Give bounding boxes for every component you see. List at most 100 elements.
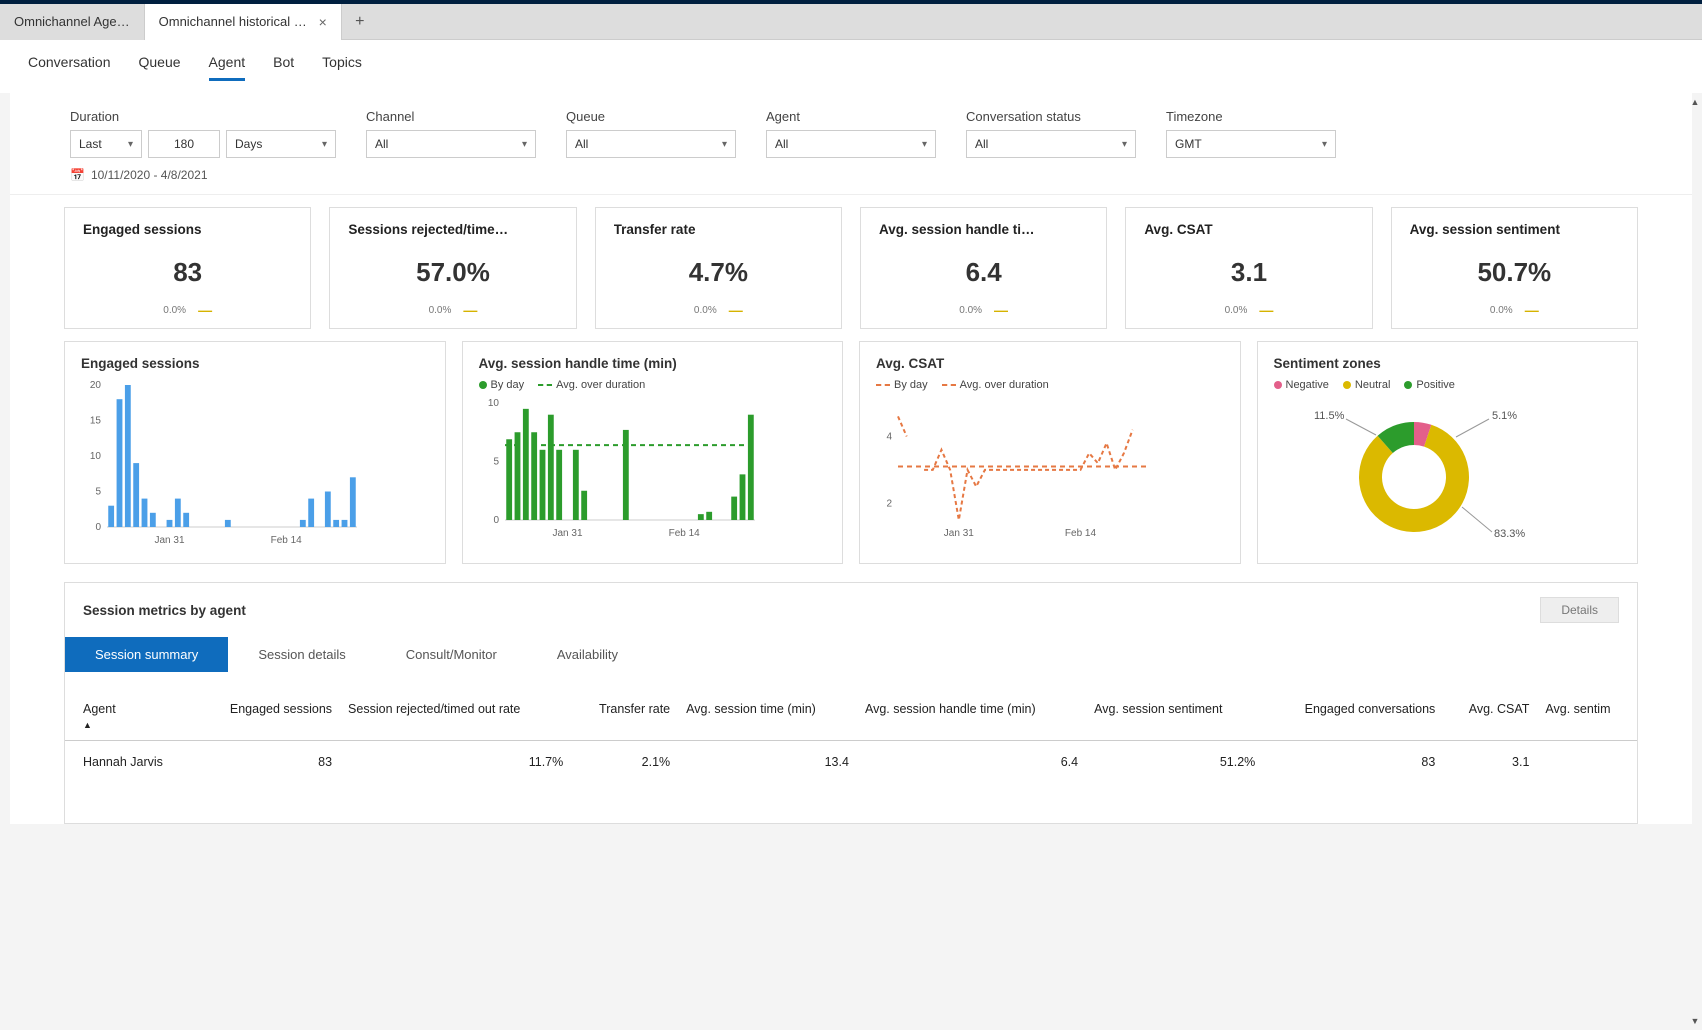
svg-text:15: 15 (90, 416, 102, 427)
delta-text: 0.0% (1490, 305, 1513, 316)
dot-icon (1343, 381, 1351, 389)
chart-handle-time: Avg. session handle time (min) By day Av… (462, 341, 844, 564)
table-title: Session metrics by agent (83, 603, 246, 618)
filter-label: Agent (766, 109, 936, 124)
details-button[interactable]: Details (1540, 597, 1619, 623)
col-rejected[interactable]: Session rejected/timed out rate (340, 692, 571, 741)
delta-text: 0.0% (694, 305, 717, 316)
tab-conversation[interactable]: Conversation (28, 54, 111, 81)
queue-select[interactable]: All▾ (566, 130, 736, 158)
col-sentiment[interactable]: Avg. session sentiment (1086, 692, 1263, 741)
table-header-row: Agent ▲ Engaged sessions Session rejected… (65, 692, 1637, 741)
filter-label: Timezone (1166, 109, 1336, 124)
tab-session-details[interactable]: Session details (228, 637, 375, 672)
cell-csat: 3.1 (1443, 741, 1537, 784)
duration-mode-select[interactable]: Last ▾ (70, 130, 142, 158)
duration-unit-select[interactable]: Days▾ (226, 130, 336, 158)
kpi-title: Avg. CSAT (1144, 222, 1353, 237)
col-agent[interactable]: Agent ▲ (65, 692, 195, 741)
kpi-avg-csat: Avg. CSAT 3.1 0.0%— (1125, 207, 1372, 329)
scroll-up-icon[interactable]: ▲ (1688, 97, 1702, 107)
svg-text:5.1%: 5.1% (1492, 410, 1517, 422)
window-tabstrip: Omnichannel Age… Omnichannel historical … (0, 4, 1702, 40)
svg-text:83.3%: 83.3% (1494, 528, 1525, 540)
svg-text:4: 4 (886, 431, 892, 442)
filter-agent: Agent All▾ (766, 109, 936, 158)
legend-text: Positive (1416, 379, 1455, 391)
table-row[interactable]: Hannah Jarvis 83 11.7% 2.1% 13.4 6.4 51.… (65, 741, 1637, 784)
filters-row: Duration Last▾ 180 Days▾ Channel All▾ Qu… (10, 93, 1692, 164)
svg-text:11.5%: 11.5% (1314, 410, 1345, 422)
tab-omnichannel-historical[interactable]: Omnichannel historical an… × (145, 4, 342, 40)
tab-availability[interactable]: Availability (527, 637, 648, 672)
kpi-sessions-rejected: Sessions rejected/time… 57.0% 0.0%— (329, 207, 576, 329)
legend-text: By day (491, 379, 525, 391)
kpi-value: 6.4 (879, 257, 1088, 288)
trend-flat-icon: — (729, 302, 743, 318)
kpi-title: Avg. session handle ti… (879, 222, 1088, 237)
filter-label: Duration (70, 109, 336, 124)
timezone-select[interactable]: GMT▾ (1166, 130, 1336, 158)
engaged-sessions-svg: 05101520Jan 31Feb 14 (81, 379, 361, 549)
legend-text: Negative (1286, 379, 1329, 391)
chart-legend: By day Avg. over duration (479, 379, 827, 391)
col-transfer[interactable]: Transfer rate (571, 692, 678, 741)
col-csat[interactable]: Avg. CSAT (1443, 692, 1537, 741)
col-avg-sentiment[interactable]: Avg. sentim (1537, 692, 1637, 741)
tab-queue[interactable]: Queue (139, 54, 181, 81)
cell-handle-time: 6.4 (857, 741, 1086, 784)
table-section: Session metrics by agent Details Session… (64, 582, 1638, 824)
new-tab-button[interactable]: + (342, 13, 378, 31)
trend-flat-icon: — (198, 302, 212, 318)
legend-text: Avg. over duration (556, 379, 645, 391)
chart-legend: Negative Neutral Positive (1274, 379, 1622, 391)
kpi-avg-sentiment: Avg. session sentiment 50.7% 0.0%— (1391, 207, 1638, 329)
tab-session-summary[interactable]: Session summary (65, 637, 228, 672)
svg-text:10: 10 (90, 451, 102, 462)
vertical-scrollbar[interactable]: ▲ ▼ (1688, 93, 1702, 1030)
cell-engaged: 83 (195, 741, 340, 784)
tab-omnichannel-agent[interactable]: Omnichannel Age… (0, 4, 145, 40)
col-handle-time[interactable]: Avg. session handle time (min) (857, 692, 1086, 741)
date-range-text: 10/11/2020 - 4/8/2021 (91, 168, 208, 182)
kpi-value: 50.7% (1410, 257, 1619, 288)
scroll-down-icon[interactable]: ▼ (1688, 1016, 1702, 1026)
agent-select[interactable]: All▾ (766, 130, 936, 158)
status-select[interactable]: All▾ (966, 130, 1136, 158)
chevron-down-icon: ▾ (722, 139, 727, 150)
tab-topics[interactable]: Topics (322, 54, 362, 81)
tab-agent[interactable]: Agent (209, 54, 246, 81)
dot-icon (1404, 381, 1412, 389)
chevron-down-icon: ▾ (128, 139, 133, 150)
delta-text: 0.0% (959, 305, 982, 316)
filter-status: Conversation status All▾ (966, 109, 1136, 158)
table-header: Session metrics by agent Details (65, 597, 1637, 623)
value: Last (79, 137, 102, 151)
tab-label: Omnichannel historical an… (159, 14, 309, 29)
filter-duration: Duration Last ▾ 180 Days▾ (70, 109, 336, 158)
kpi-row: Engaged sessions 83 0.0%— Sessions rejec… (10, 195, 1692, 341)
filter-timezone: Timezone GMT▾ (1166, 109, 1336, 158)
close-icon[interactable]: × (319, 14, 327, 30)
dot-icon (479, 381, 487, 389)
legend-avg: Avg. over duration (538, 379, 645, 391)
duration-value-input[interactable]: 180 (148, 130, 220, 158)
col-conversations[interactable]: Engaged conversations (1263, 692, 1443, 741)
cell-agent: Hannah Jarvis (65, 741, 195, 784)
svg-text:Feb 14: Feb 14 (668, 528, 700, 539)
sort-asc-icon: ▲ (83, 720, 187, 730)
value: Days (235, 137, 262, 151)
col-label: Agent (83, 702, 116, 716)
tab-bot[interactable]: Bot (273, 54, 294, 81)
value: GMT (1175, 137, 1202, 151)
col-session-time[interactable]: Avg. session time (min) (678, 692, 857, 741)
kpi-delta: 0.0%— (1410, 302, 1619, 318)
tab-consult-monitor[interactable]: Consult/Monitor (376, 637, 527, 672)
value: All (975, 137, 988, 151)
chart-sentiment-zones: Sentiment zones Negative Neutral Positiv… (1257, 341, 1639, 564)
col-engaged[interactable]: Engaged sessions (195, 692, 340, 741)
legend-neutral: Neutral (1343, 379, 1390, 391)
filter-label: Queue (566, 109, 736, 124)
legend-text: Avg. over duration (960, 379, 1049, 391)
channel-select[interactable]: All▾ (366, 130, 536, 158)
